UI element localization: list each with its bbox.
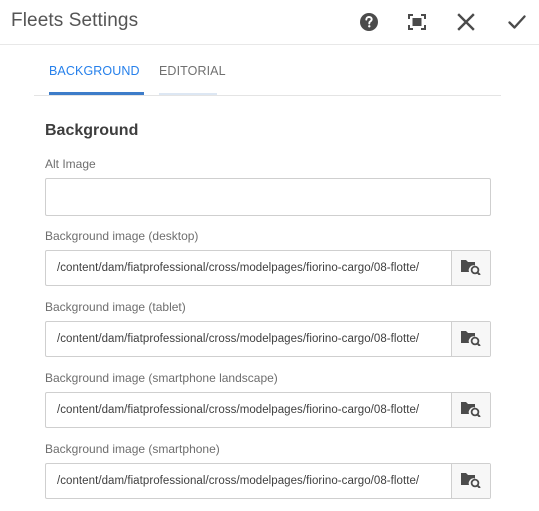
desktop-image-field[interactable]: /content/dam/fiatprofessional/cross/mode… [45, 250, 491, 286]
help-button[interactable] [355, 8, 383, 36]
folder-search-icon [460, 257, 482, 280]
tab-background[interactable]: BACKGROUND [49, 64, 140, 78]
alt-image-input[interactable] [45, 178, 491, 216]
checkmark-icon [508, 14, 526, 30]
section-title: Background [45, 122, 139, 139]
smartphone-landscape-image-path[interactable]: /content/dam/fiatprofessional/cross/mode… [46, 393, 451, 427]
folder-search-icon [460, 399, 482, 422]
fullscreen-icon [407, 13, 427, 31]
tablet-image-path[interactable]: /content/dam/fiatprofessional/cross/mode… [46, 322, 451, 356]
smartphone-landscape-image-label: Background image (smartphone landscape) [45, 371, 278, 385]
fullscreen-button[interactable] [403, 8, 431, 36]
close-icon [457, 13, 475, 31]
tab-editorial[interactable]: EDITORIAL [159, 64, 226, 78]
desktop-image-label: Background image (desktop) [45, 229, 199, 243]
folder-search-icon [460, 470, 482, 493]
smartphone-image-field[interactable]: /content/dam/fiatprofessional/cross/mode… [45, 463, 491, 499]
dialog-header: Fleets Settings [0, 0, 539, 44]
smartphone-landscape-image-browse-button[interactable] [451, 393, 490, 427]
close-button[interactable] [452, 8, 480, 36]
folder-search-icon [460, 328, 482, 351]
tab-editorial-indicator [159, 93, 217, 95]
tab-bar: BACKGROUND EDITORIAL [34, 45, 501, 96]
desktop-image-browse-button[interactable] [451, 251, 490, 285]
tablet-image-label: Background image (tablet) [45, 300, 186, 314]
desktop-image-path[interactable]: /content/dam/fiatprofessional/cross/mode… [46, 251, 451, 285]
dialog-title: Fleets Settings [11, 10, 139, 31]
done-button[interactable] [503, 8, 531, 36]
tablet-image-field[interactable]: /content/dam/fiatprofessional/cross/mode… [45, 321, 491, 357]
tab-background-indicator [49, 92, 144, 95]
smartphone-image-path[interactable]: /content/dam/fiatprofessional/cross/mode… [46, 464, 451, 498]
smartphone-landscape-image-field[interactable]: /content/dam/fiatprofessional/cross/mode… [45, 392, 491, 428]
smartphone-image-label: Background image (smartphone) [45, 442, 220, 456]
smartphone-image-browse-button[interactable] [451, 464, 490, 498]
help-icon [359, 12, 379, 32]
alt-image-label: Alt Image [45, 157, 96, 171]
tablet-image-browse-button[interactable] [451, 322, 490, 356]
